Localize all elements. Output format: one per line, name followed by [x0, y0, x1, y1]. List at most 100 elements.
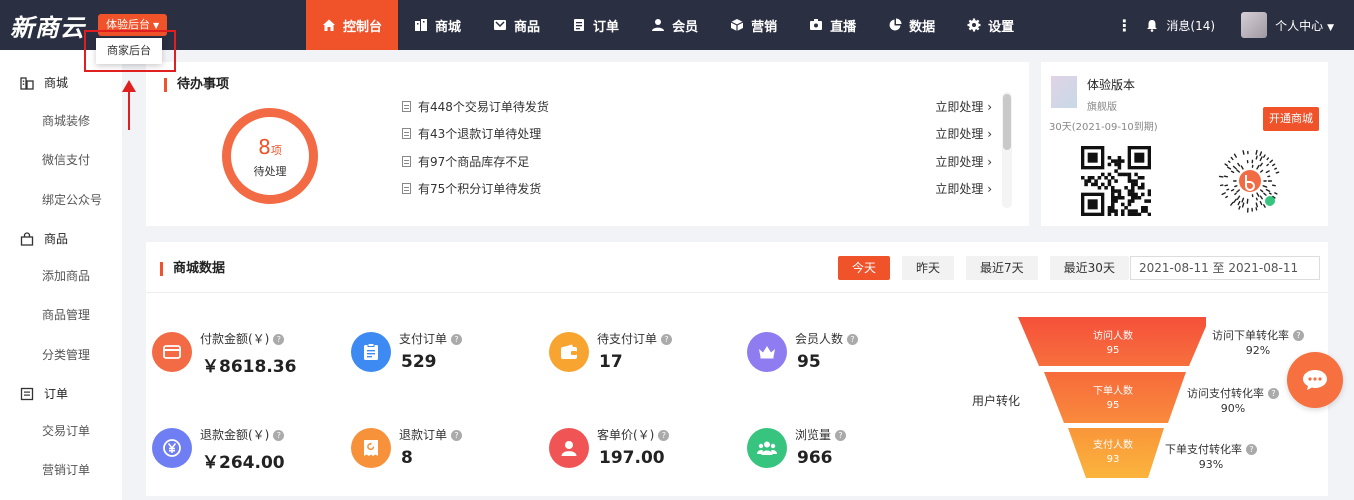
- funnel-stage-name: 访问人数: [1093, 331, 1133, 342]
- sidebar-item-trade-orders[interactable]: 交易订单: [42, 422, 90, 439]
- group-icon: [747, 428, 787, 468]
- avatar[interactable]: [1241, 12, 1268, 38]
- sidebar-item-wechat-pay[interactable]: 微信支付: [42, 151, 90, 168]
- metric-member-count: 会员人数? 95: [747, 328, 937, 378]
- tab-last-30-days[interactable]: 最近30天: [1049, 256, 1129, 280]
- product-icon: [494, 20, 507, 30]
- metric-label-text: 会员人数: [795, 332, 844, 346]
- help-icon[interactable]: ?: [658, 430, 670, 441]
- process-now-link[interactable]: 立即处理 ›: [935, 125, 992, 142]
- todo-title: 待办事项: [164, 78, 229, 92]
- help-icon[interactable]: ?: [1246, 444, 1257, 455]
- nav-item-store[interactable]: 商城: [398, 0, 477, 50]
- metric-label-text: 客单价(￥): [597, 428, 655, 442]
- todo-item-text: 有43个退款订单待处理: [418, 126, 542, 141]
- metric-label-text: 待支付订单: [597, 332, 658, 346]
- sidebar-group-products[interactable]: 商品: [20, 230, 68, 247]
- metric-label-text: 退款金额(￥): [200, 428, 270, 442]
- nav-item-marketing[interactable]: 营销: [714, 0, 793, 50]
- funnel-rate-name: 访问支付转化率: [1187, 387, 1264, 400]
- nav-item-data[interactable]: 数据: [872, 0, 951, 50]
- clipboard-icon: [351, 332, 391, 372]
- marketing-icon: [730, 19, 744, 31]
- metric-label: 会员人数?: [795, 330, 859, 347]
- todo-scrollbar[interactable]: [1002, 92, 1012, 208]
- help-icon[interactable]: ?: [451, 430, 463, 441]
- nav-label: 会员: [672, 19, 699, 35]
- tab-today[interactable]: 今天: [838, 256, 891, 280]
- nav-item-dashboard[interactable]: 控制台: [306, 0, 399, 50]
- nav-label: 商城: [435, 19, 462, 35]
- process-now-link[interactable]: 立即处理 ›: [935, 98, 992, 115]
- pending-count-ring[interactable]: 8项 待处理: [222, 108, 318, 204]
- customer-service-button[interactable]: [1287, 352, 1343, 408]
- funnel-stage-label: 访问人数 95: [1073, 330, 1153, 358]
- metric-pending-payment-orders: 待支付订单? 17: [549, 328, 739, 378]
- date-range-picker[interactable]: 2021-08-11 至 2021-08-11: [1130, 256, 1320, 280]
- pending-count-number: 8: [258, 135, 271, 159]
- version-expiry: 30天(2021-09-10到期): [1049, 122, 1158, 133]
- help-icon[interactable]: ?: [847, 334, 859, 345]
- messages-link[interactable]: 消息(14): [1166, 17, 1215, 34]
- metric-value: ￥8618.36: [202, 357, 297, 377]
- help-icon[interactable]: ?: [273, 334, 285, 345]
- metric-label-text: 退款订单: [399, 428, 448, 442]
- app-logo[interactable]: 新商云: [10, 8, 85, 43]
- user-center-menu[interactable]: 个人中心 ▼: [1275, 17, 1334, 34]
- metric-payment-amount: 付款金额(￥)? ￥8618.36: [152, 328, 342, 378]
- yen-icon: [152, 428, 192, 468]
- help-icon[interactable]: ?: [1268, 388, 1279, 399]
- metric-label-text: 付款金额(￥): [200, 332, 270, 346]
- annotation-arrow-line: [128, 86, 130, 130]
- funnel-rate: 访问支付转化率? 90%: [1187, 386, 1279, 416]
- funnel-rate-name: 访问下单转化率: [1212, 329, 1289, 342]
- sidebar-item-marketing-orders[interactable]: 营销订单: [42, 461, 90, 478]
- funnel-stage-value: 95: [1106, 345, 1120, 356]
- sidebar-group-orders[interactable]: 订单: [20, 385, 68, 402]
- store-icon: [20, 76, 34, 90]
- sidebar-item-product-management[interactable]: 商品管理: [42, 306, 90, 323]
- help-icon[interactable]: ?: [1293, 330, 1304, 341]
- metric-value: ￥264.00: [202, 453, 285, 473]
- nav-item-members[interactable]: 会员: [635, 0, 714, 50]
- metric-value: 8: [401, 448, 413, 468]
- sidebar-group-store[interactable]: 商城: [20, 74, 68, 91]
- process-now-link[interactable]: 立即处理 ›: [935, 153, 992, 170]
- nav-item-settings[interactable]: 设置: [951, 0, 1030, 50]
- header-right: ⋮ 消息(14) 个人中心 ▼: [1116, 0, 1334, 50]
- sidebar-item-bind-official-account[interactable]: 绑定公众号: [42, 191, 102, 208]
- process-now-link[interactable]: 立即处理 ›: [935, 180, 992, 197]
- help-icon[interactable]: ?: [451, 334, 463, 345]
- open-mall-button[interactable]: 开通商城: [1263, 107, 1319, 131]
- tab-yesterday[interactable]: 昨天: [902, 256, 955, 280]
- sidebar-item-mall-decoration[interactable]: 商城装修: [42, 112, 90, 129]
- sidebar-group-label: 商城: [44, 76, 69, 90]
- member-icon: [652, 19, 665, 31]
- version-thumbnail: [1051, 76, 1077, 108]
- document-icon: [402, 127, 411, 139]
- tab-last-7-days[interactable]: 最近7天: [966, 256, 1038, 280]
- top-navbar: 新商云 体验后台 ▼ 控制台 商城 商品 订单 会员 营销 直播 数据 设置 ⋮…: [0, 0, 1354, 50]
- help-icon[interactable]: ?: [661, 334, 673, 345]
- sidebar-item-add-product[interactable]: 添加商品: [42, 267, 90, 284]
- metric-label: 付款金额(￥)?: [200, 330, 285, 347]
- nav-item-orders[interactable]: 订单: [556, 0, 635, 50]
- order-list-icon: [20, 387, 34, 400]
- version-name: 体验版本: [1087, 78, 1136, 92]
- nav-item-live[interactable]: 直播: [793, 0, 872, 50]
- sidebar-group-label: 订单: [44, 387, 69, 401]
- sidebar-item-category-management[interactable]: 分类管理: [42, 346, 90, 363]
- more-vertical-icon[interactable]: ⋮: [1116, 16, 1132, 35]
- qr-code-icon: [1081, 146, 1151, 216]
- bell-icon[interactable]: [1146, 19, 1158, 32]
- funnel-rate-value: 90%: [1220, 402, 1246, 415]
- nav-label: 直播: [830, 19, 857, 35]
- divider: [146, 292, 1328, 293]
- funnel-rate: 下单支付转化率? 93%: [1165, 442, 1257, 472]
- help-icon[interactable]: ?: [273, 430, 285, 441]
- help-icon[interactable]: ?: [835, 430, 847, 441]
- metric-label: 支付订单?: [399, 330, 463, 347]
- funnel-stage-label: 下单人数 95: [1073, 385, 1153, 413]
- nav-item-products[interactable]: 商品: [477, 0, 556, 50]
- scrollbar-thumb[interactable]: [1003, 94, 1011, 150]
